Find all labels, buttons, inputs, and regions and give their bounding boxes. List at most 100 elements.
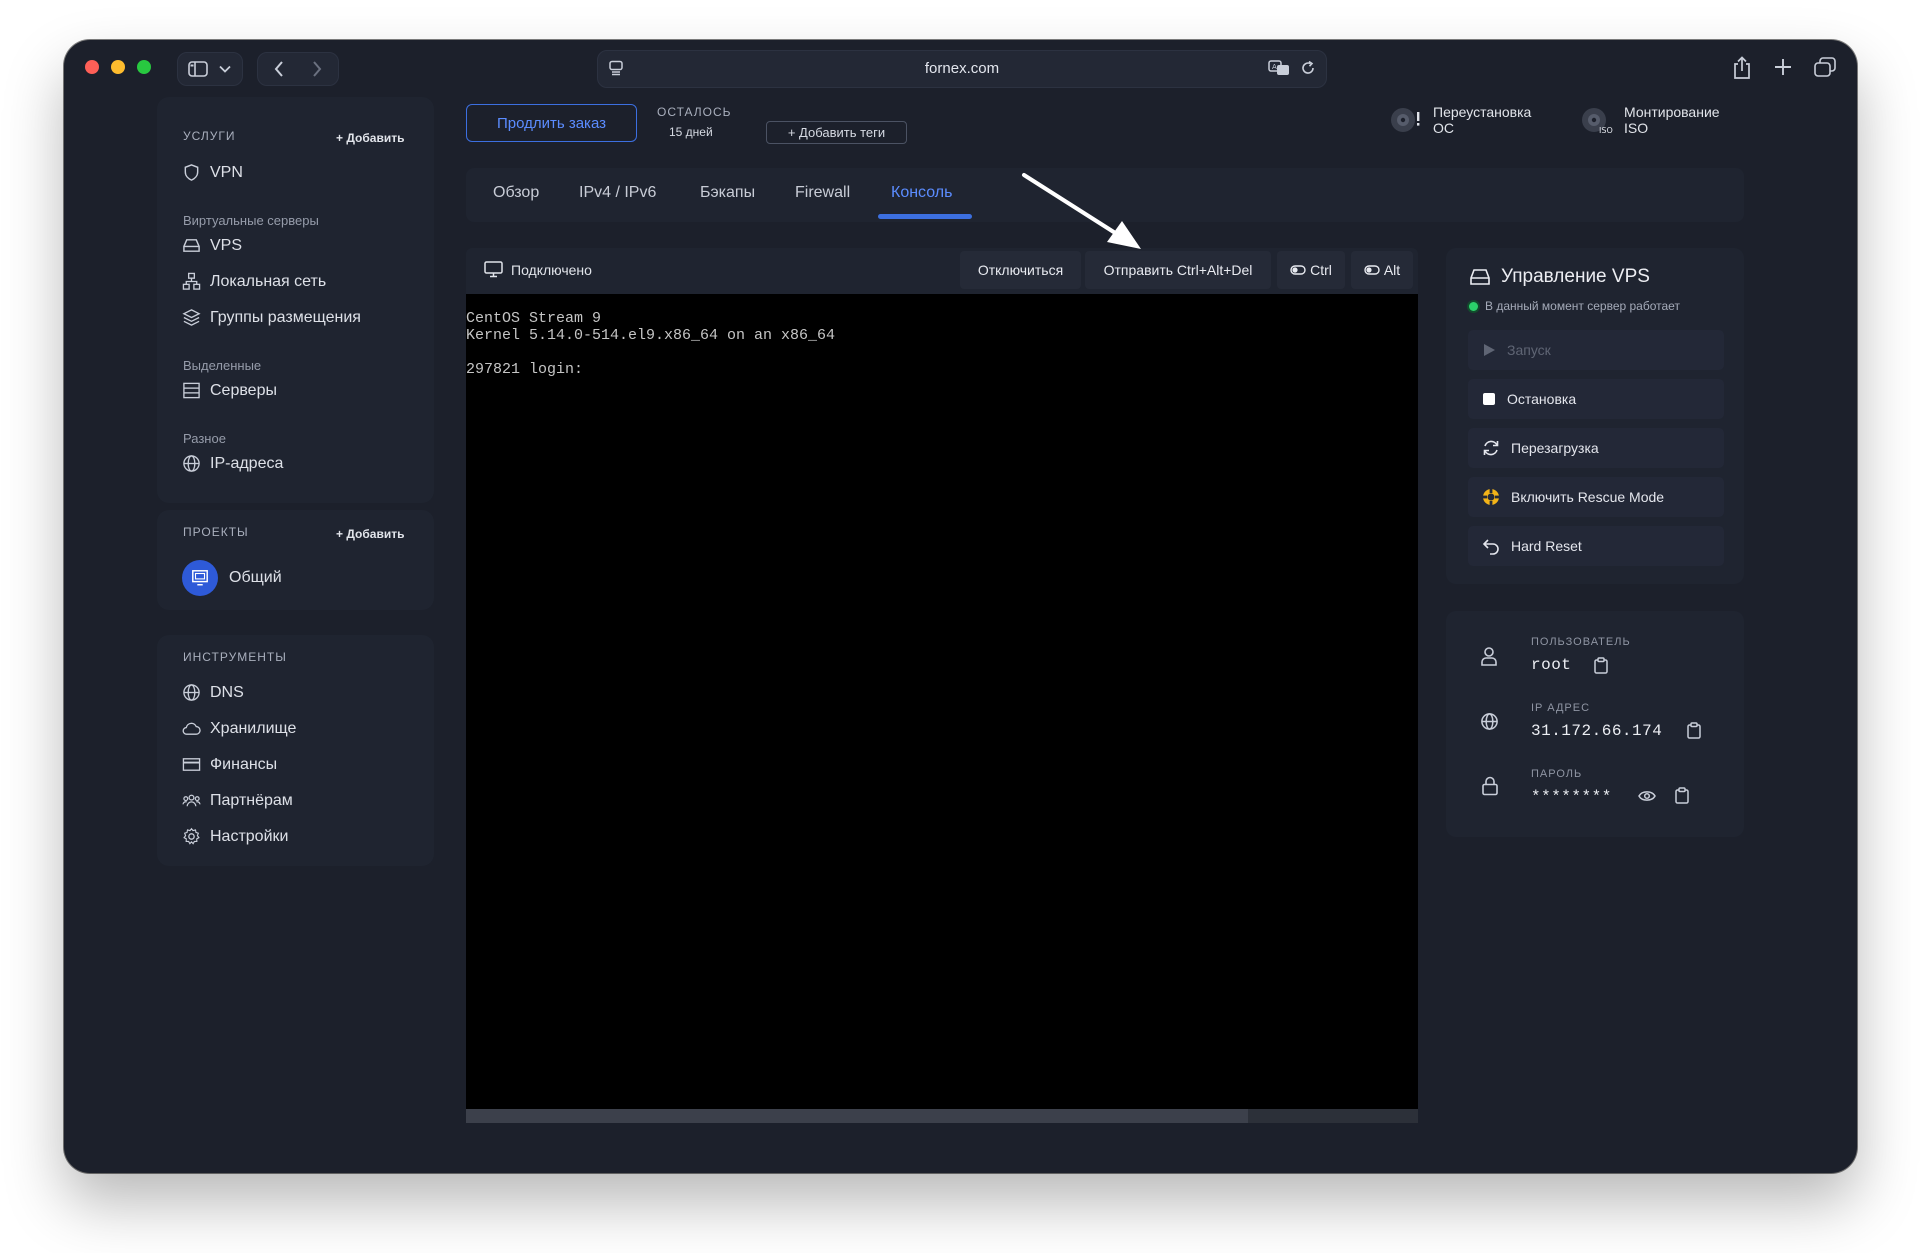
extend-order-button[interactable]: Продлить заказ <box>466 104 637 142</box>
disc-iso-icon: ISO <box>1580 103 1614 137</box>
user-value: root <box>1531 656 1572 674</box>
ip-label: IP АДРЕС <box>1531 702 1591 714</box>
hard-reset-button[interactable]: Hard Reset <box>1468 526 1724 566</box>
stop-label: Остановка <box>1507 391 1577 407</box>
password-value: ******** <box>1531 788 1612 806</box>
copy-user-icon[interactable] <box>1594 657 1608 679</box>
sidebar-item-label: Локальная сеть <box>210 272 327 290</box>
close-window-button[interactable] <box>85 60 99 74</box>
translate-icon[interactable]: A <box>1268 60 1290 81</box>
tab-overview-icon[interactable] <box>1814 57 1836 82</box>
sidebar-item-vps[interactable]: VPS <box>182 236 242 255</box>
virtual-servers-label: Виртуальные серверы <box>183 213 319 228</box>
console-status-label: Подключено <box>511 261 592 278</box>
sidebar-item-settings[interactable]: Настройки <box>182 827 288 846</box>
project-avatar <box>182 560 218 596</box>
titlebar: fornex.com A <box>64 40 1857 96</box>
terminal-line: 297821 login: <box>466 361 584 378</box>
restart-label: Перезагрузка <box>1511 440 1599 456</box>
add-service-button[interactable]: + Добавить <box>336 131 404 145</box>
project-general[interactable]: Общий <box>182 560 282 596</box>
user-icon <box>1480 646 1498 671</box>
user-label: ПОЛЬЗОВАТЕЛЬ <box>1531 636 1631 648</box>
toggle-icon <box>1364 265 1380 275</box>
console-terminal[interactable]: CentOS Stream 9 Kernel 5.14.0-514.el9.x8… <box>466 294 1418 1109</box>
shield-icon <box>184 164 199 181</box>
tab-backups[interactable]: Бэкапы <box>700 184 755 202</box>
sidebar-item-finance[interactable]: Финансы <box>182 755 277 774</box>
sidebar-item-label: Хранилище <box>210 719 297 737</box>
add-project-button[interactable]: + Добавить <box>336 527 404 541</box>
hard-reset-label: Hard Reset <box>1511 538 1582 554</box>
show-password-icon[interactable] <box>1638 789 1656 808</box>
monitor-icon <box>484 261 503 278</box>
ip-value: 31.172.66.174 <box>1531 722 1663 740</box>
ctrl-toggle-button[interactable]: Ctrl <box>1277 251 1345 289</box>
console-toolbar <box>466 248 1418 294</box>
sidebar-toggle-icon[interactable] <box>186 53 210 85</box>
restart-button[interactable]: Перезагрузка <box>1468 428 1724 468</box>
terminal-line: Kernel 5.14.0-514.el9.x86_64 on an x86_6… <box>466 327 836 344</box>
reload-icon[interactable] <box>1300 60 1316 81</box>
layers-icon <box>182 309 201 326</box>
alt-label: Alt <box>1383 262 1401 278</box>
vps-status: В данный момент сервер работает <box>1469 299 1680 313</box>
sidebar-item-label: Финансы <box>210 755 278 773</box>
stop-button[interactable]: Остановка <box>1468 379 1724 419</box>
sidebar-item-dns[interactable]: DNS <box>182 683 244 702</box>
new-tab-icon[interactable] <box>1774 58 1792 81</box>
rescue-mode-button[interactable]: Включить Rescue Mode <box>1468 477 1724 517</box>
start-button[interactable]: Запуск <box>1468 330 1724 370</box>
tab-console[interactable]: Консоль <box>891 184 952 202</box>
copy-ip-icon[interactable] <box>1687 722 1701 744</box>
minimize-window-button[interactable] <box>111 60 125 74</box>
mount-iso-button[interactable]: ISO Монтирование ISO <box>1580 103 1720 137</box>
mount-label-1: Монтирование <box>1624 104 1720 120</box>
sidebar-item-vpn[interactable]: VPN <box>182 163 243 182</box>
forward-icon[interactable] <box>304 53 330 85</box>
chevron-down-icon[interactable] <box>214 53 236 85</box>
sidebar-item-placement-groups[interactable]: Группы размещения <box>182 308 361 327</box>
vps-status-text: В данный момент сервер работает <box>1485 299 1680 313</box>
sidebar-item-ip-addresses[interactable]: IP-адреса <box>182 454 283 473</box>
monitor-icon <box>192 570 208 586</box>
disconnect-button[interactable]: Отключиться <box>960 251 1081 289</box>
users-icon <box>182 794 201 807</box>
reinstall-os-button[interactable]: Переустановка ОС <box>1389 103 1531 137</box>
tabs-bar <box>466 168 1744 222</box>
tab-ip[interactable]: IPv4 / IPv6 <box>579 184 656 202</box>
sidebar-item-storage[interactable]: Хранилище <box>182 719 296 738</box>
globe-icon <box>183 684 200 701</box>
terminal-scroll-thumb[interactable] <box>1248 1109 1418 1123</box>
address-bar[interactable]: fornex.com A <box>597 50 1327 88</box>
sidebar-item-partners[interactable]: Партнёрам <box>182 791 293 810</box>
alt-toggle-button[interactable]: Alt <box>1351 251 1413 289</box>
server-drive-icon <box>183 239 200 252</box>
active-tab-indicator <box>878 214 972 219</box>
tab-firewall[interactable]: Firewall <box>795 184 850 202</box>
server-drive-icon <box>1470 269 1490 285</box>
tools-header: ИНСТРУМЕНТЫ <box>183 650 287 664</box>
nav-group <box>257 52 339 86</box>
sidebar-item-local-network[interactable]: Локальная сеть <box>182 272 326 291</box>
zoom-window-button[interactable] <box>137 60 151 74</box>
projects-header: ПРОЕКТЫ <box>183 525 249 539</box>
reinstall-label-1: Переустановка <box>1433 104 1532 120</box>
network-icon <box>182 272 201 290</box>
stop-icon <box>1483 393 1495 405</box>
disc-reinstall-icon <box>1389 103 1423 137</box>
add-tags-button[interactable]: + Добавить теги <box>766 121 907 144</box>
sidebar-item-label: Партнёрам <box>210 791 293 809</box>
back-icon[interactable] <box>266 53 292 85</box>
credit-card-icon <box>182 758 201 771</box>
copy-password-icon[interactable] <box>1675 787 1689 809</box>
share-icon[interactable] <box>1732 56 1752 85</box>
sidebar-item-label: Серверы <box>210 381 277 399</box>
cloud-icon <box>182 722 201 735</box>
send-ctrl-alt-del-button[interactable]: Отправить Ctrl+Alt+Del <box>1085 251 1271 289</box>
tab-overview[interactable]: Обзор <box>493 184 539 202</box>
globe-icon <box>183 455 200 472</box>
vps-title-text: Управление VPS <box>1501 266 1650 287</box>
sidebar-item-servers[interactable]: Серверы <box>182 381 277 400</box>
status-ok-dot <box>1469 301 1478 311</box>
